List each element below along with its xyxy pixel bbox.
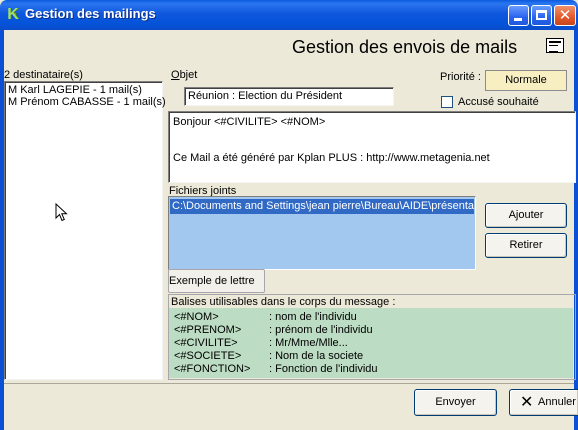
balise-desc: : nom de l'individu — [269, 311, 357, 323]
minimize-button[interactable] — [508, 5, 529, 26]
example-letter-button[interactable]: Exemple de lettre — [168, 269, 265, 293]
balises-label: Balises utilisables dans le corps du mes… — [171, 296, 396, 308]
balise-row: <#FONCTION> : Fonction de l'individu — [172, 363, 570, 376]
balise-row: <#NOM> : nom de l'individu — [172, 311, 570, 324]
balises-list: <#NOM> : nom de l'individu <#PRENOM> : pré… — [169, 308, 573, 378]
balise-tag: <#FONCTION> — [174, 363, 251, 375]
cancel-button[interactable]: ✕ Annuler — [509, 389, 578, 416]
message-body-textarea[interactable]: Bonjour <#CIVILITE> <#NOM> Ce Mail a été… — [168, 111, 576, 183]
accuse-label[interactable]: Accusé souhaité — [458, 96, 539, 108]
kplan-app-icon: K · — [7, 6, 19, 23]
cancel-button-label: Annuler — [538, 396, 576, 408]
balise-tag: <#SOCIETE> — [174, 350, 242, 362]
attachments-list[interactable]: C:\Documents and Settings\jean pierre\Bu… — [168, 196, 476, 270]
recipients-count-label: 2 destinataire(s) — [4, 69, 83, 81]
message-body-line: Ce Mail a été généré par Kplan PLUS : ht… — [173, 152, 490, 164]
close-icon: ✕ — [520, 392, 534, 411]
objet-label-rest: bjet — [179, 69, 198, 81]
recipients-list[interactable]: M Karl LAGEPIE - 1 mail(s) M Prénom CABA… — [4, 81, 166, 380]
list-item[interactable]: M Karl LAGEPIE - 1 mail(s) — [8, 84, 159, 96]
balise-desc: : prénom de l'individu — [269, 324, 373, 336]
balise-row: <#PRENOM> : prénom de l'individu — [172, 324, 570, 337]
priority-button[interactable]: Normale — [485, 70, 567, 91]
priority-label: Priorité : — [440, 71, 481, 83]
mouse-pointer-icon — [55, 203, 68, 222]
maximize-button[interactable] — [531, 5, 552, 26]
window-title: Gestion des mailings — [25, 6, 156, 21]
accuse-checkbox[interactable] — [441, 96, 453, 108]
send-button[interactable]: Envoyer — [414, 389, 497, 416]
balise-tag: <#CIVILITE> — [174, 337, 238, 349]
close-button[interactable]: ✕ — [554, 5, 576, 26]
minimize-icon — [514, 18, 522, 21]
balise-tag: <#PRENOM> — [174, 324, 242, 336]
balise-desc: : Mr/Mme/Mlle... — [269, 337, 348, 349]
balise-desc: : Fonction de l'individu — [269, 363, 378, 375]
maximize-icon — [536, 10, 547, 20]
attachment-item[interactable]: C:\Documents and Settings\jean pierre\Bu… — [170, 199, 474, 214]
balise-row: <#SOCIETE> : Nom de la societe — [172, 350, 570, 363]
balise-row: <#CIVILITE> : Mr/Mme/Mlle... — [172, 337, 570, 350]
objet-input[interactable]: Réunion : Election du Président — [184, 87, 394, 106]
page-title: Gestion des envois de mails — [292, 37, 518, 57]
objet-label: Objet — [171, 69, 197, 81]
list-item[interactable]: M Prénom CABASSE - 1 mail(s) — [8, 96, 166, 108]
balise-desc: : Nom de la societe — [269, 350, 364, 362]
balise-tag: <#NOM> — [174, 311, 219, 323]
message-body-line: Bonjour <#CIVILITE> <#NOM> — [173, 116, 326, 128]
list-icon[interactable] — [546, 38, 564, 53]
footer-divider — [4, 383, 574, 384]
remove-attachment-button[interactable]: Retirer — [485, 233, 567, 258]
close-icon: ✕ — [558, 6, 572, 24]
objet-label-accelerator: O — [171, 69, 180, 81]
add-attachment-button[interactable]: Ajouter — [485, 203, 567, 228]
